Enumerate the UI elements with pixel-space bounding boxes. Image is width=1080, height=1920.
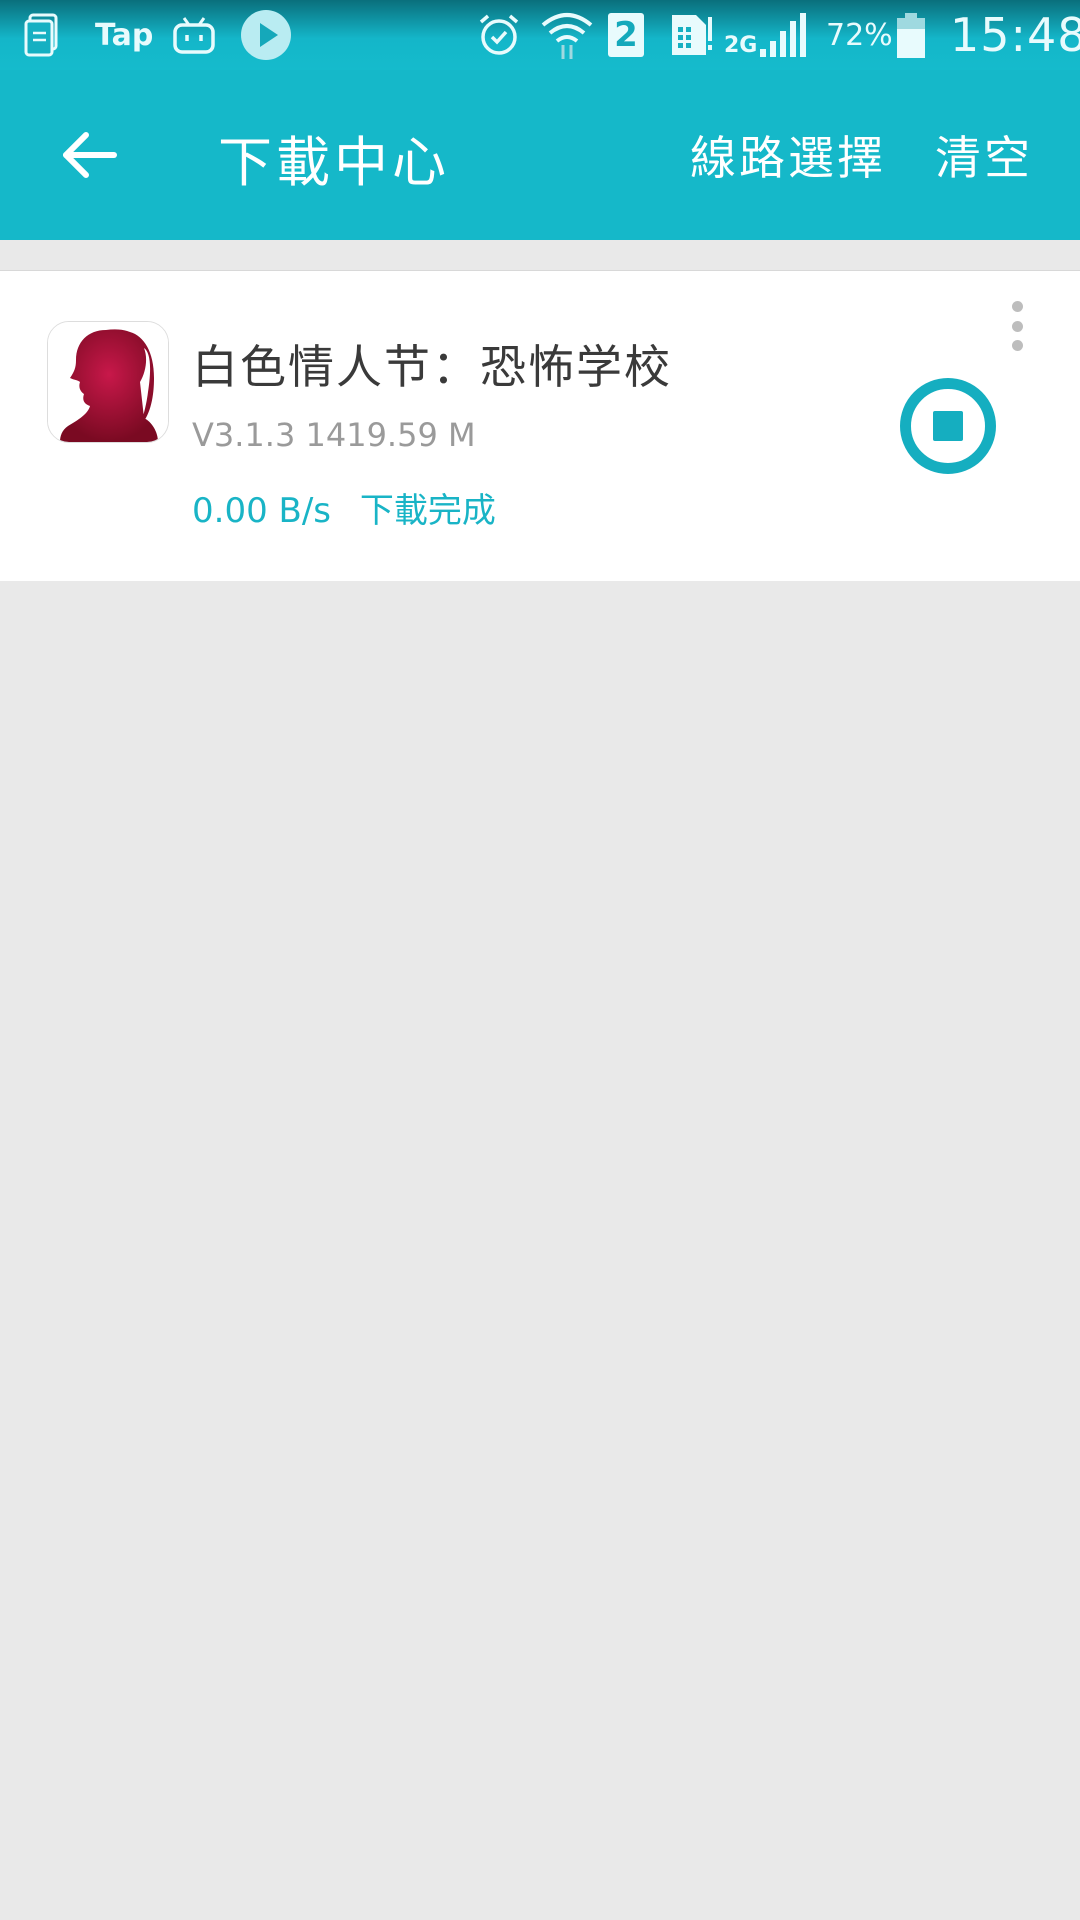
more-dot <box>1011 301 1023 312</box>
signal-icon <box>758 0 806 70</box>
app-bar: 下載中心 線路選擇 清空 <box>0 70 1080 240</box>
wifi-icon <box>540 0 594 70</box>
status-bar: Tap 2 2G 72% 15:48 <box>0 0 1080 70</box>
more-vertical-icon[interactable] <box>1000 301 1034 351</box>
girl-silhouette-app-icon <box>47 321 169 443</box>
route-select-button[interactable]: 線路選擇 <box>690 122 886 188</box>
stop-square <box>933 411 963 441</box>
tap-label: Tap <box>95 17 154 53</box>
app-name: 白色情人节：恐怖学校 <box>192 340 672 394</box>
play-icon <box>240 0 292 70</box>
battery-icon <box>896 0 926 70</box>
sim-card-icon <box>668 0 712 70</box>
battery-percent: 72% <box>826 17 893 53</box>
more-dot <box>1011 320 1023 332</box>
alarm-icon <box>476 0 522 70</box>
page-title: 下載中心 <box>218 131 450 194</box>
clear-button[interactable]: 清空 <box>935 122 1033 188</box>
clock-time: 15:48 <box>950 8 1080 62</box>
download-state: 下載完成 <box>359 491 496 531</box>
arrow-left-icon <box>63 132 117 178</box>
version-size: V3.1.3 1419.59 M <box>192 416 476 454</box>
download-speed: 0.00 B/s <box>192 491 332 531</box>
list-top-spacer <box>0 240 1080 271</box>
bilibili-tv-icon <box>172 0 216 70</box>
document-icon <box>24 0 60 70</box>
more-dot <box>1011 340 1023 351</box>
back-button[interactable] <box>50 115 130 195</box>
download-status: 0.00 B/s 下載完成 <box>192 483 514 532</box>
stop-circle-icon[interactable] <box>900 378 996 474</box>
download-item[interactable]: 白色情人节：恐怖学校 V3.1.3 1419.59 M 0.00 B/s 下載完… <box>0 271 1080 581</box>
sim-slot-badge: 2 <box>608 13 644 57</box>
